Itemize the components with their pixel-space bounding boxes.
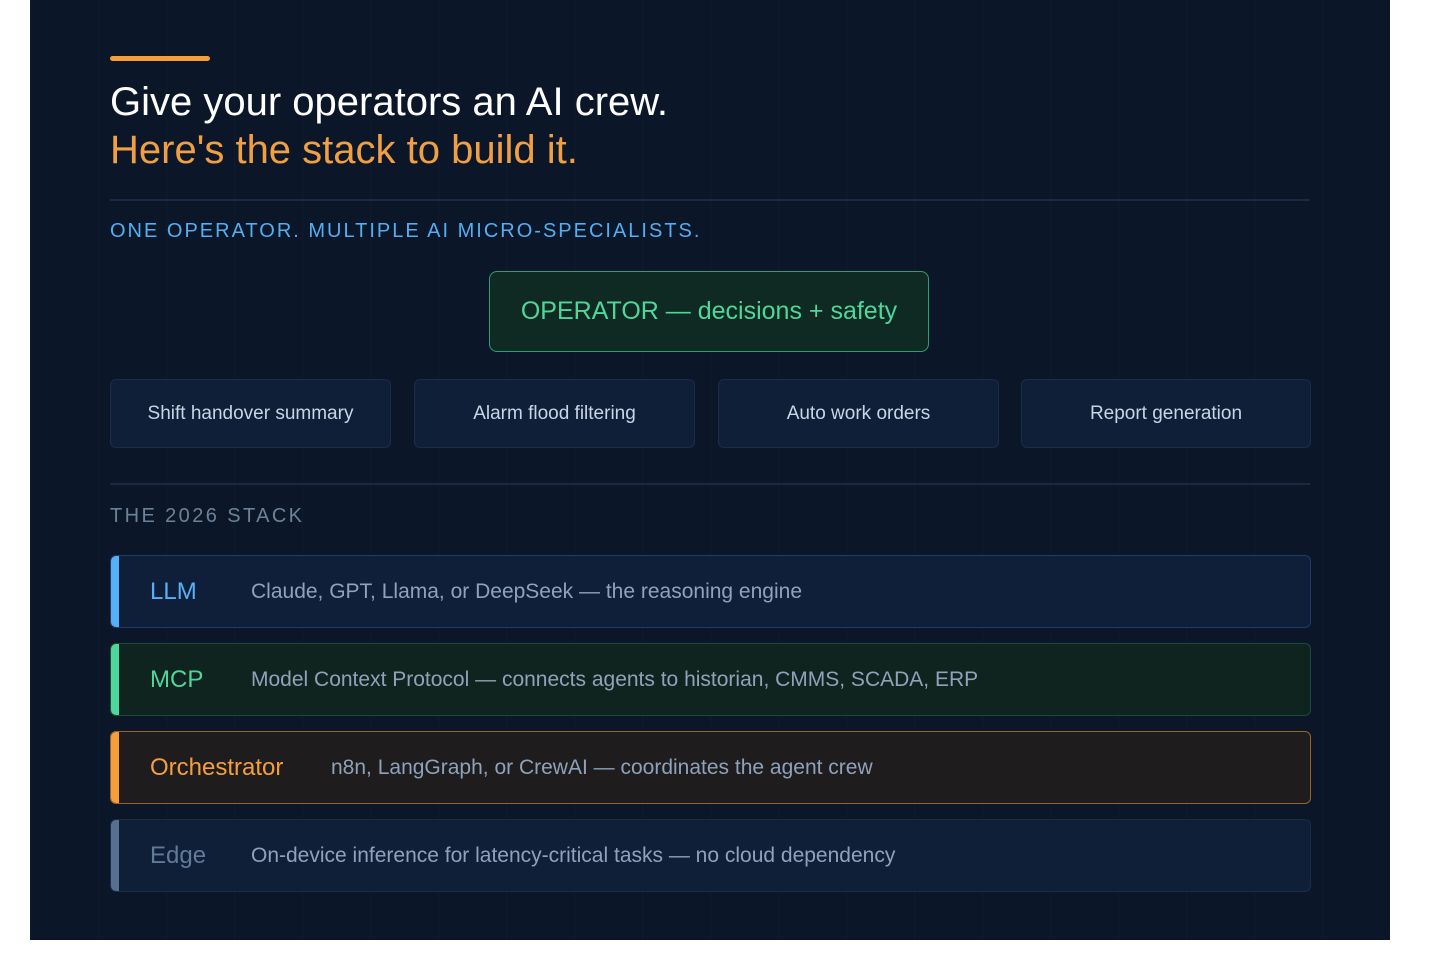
specialist-node-alarm-flood: Alarm flood filtering (414, 379, 695, 448)
layer-color-stripe (111, 820, 119, 891)
operator-node: OPERATOR — decisions + safety (489, 271, 929, 352)
specialist-label: Auto work orders (786, 402, 931, 424)
specialist-label: Report generation (1089, 402, 1243, 424)
specialist-label: Alarm flood filtering (473, 402, 636, 424)
stack-layer-llm: LLM Claude, GPT, Llama, or DeepSeek — th… (110, 555, 1311, 628)
section-divider-top (110, 199, 1310, 201)
layer-name: Orchestrator (150, 753, 284, 781)
layer-color-stripe (111, 644, 119, 715)
layer-description: Model Context Protocol — connects agents… (251, 667, 979, 691)
operator-label: OPERATOR — decisions + safety (520, 297, 898, 325)
title-accent-bar (110, 56, 210, 61)
crew-subtitle: ONE OPERATOR. MULTIPLE AI MICRO-SPECIALI… (110, 220, 702, 242)
specialist-node-report-generation: Report generation (1021, 379, 1311, 448)
stack-layer-mcp: MCP Model Context Protocol — connects ag… (110, 643, 1311, 716)
layer-name: LLM (150, 577, 197, 605)
stack-heading: THE 2026 STACK (110, 505, 305, 527)
specialist-label: Shift handover summary (147, 402, 354, 424)
layer-description: Claude, GPT, Llama, or DeepSeek — the re… (251, 579, 802, 603)
layer-color-stripe (111, 556, 119, 627)
layer-description: n8n, LangGraph, or CrewAI — coordinates … (331, 755, 873, 779)
title-line-1: Give your operators an AI crew. (110, 80, 669, 124)
section-divider-stack (110, 483, 1310, 485)
layer-name: Edge (150, 841, 207, 869)
layer-name: MCP (150, 665, 204, 693)
stack-layer-orchestrator: Orchestrator n8n, LangGraph, or CrewAI —… (110, 731, 1311, 804)
layer-color-stripe (111, 732, 119, 803)
layer-description: On-device inference for latency-critical… (251, 843, 896, 867)
title-line-2: Here's the stack to build it. (110, 128, 578, 172)
specialist-node-shift-handover: Shift handover summary (110, 379, 391, 448)
diagram-panel: Give your operators an AI crew. Here's t… (30, 0, 1390, 940)
specialist-node-auto-work-orders: Auto work orders (718, 379, 999, 448)
stack-layer-edge: Edge On-device inference for latency-cri… (110, 819, 1311, 892)
